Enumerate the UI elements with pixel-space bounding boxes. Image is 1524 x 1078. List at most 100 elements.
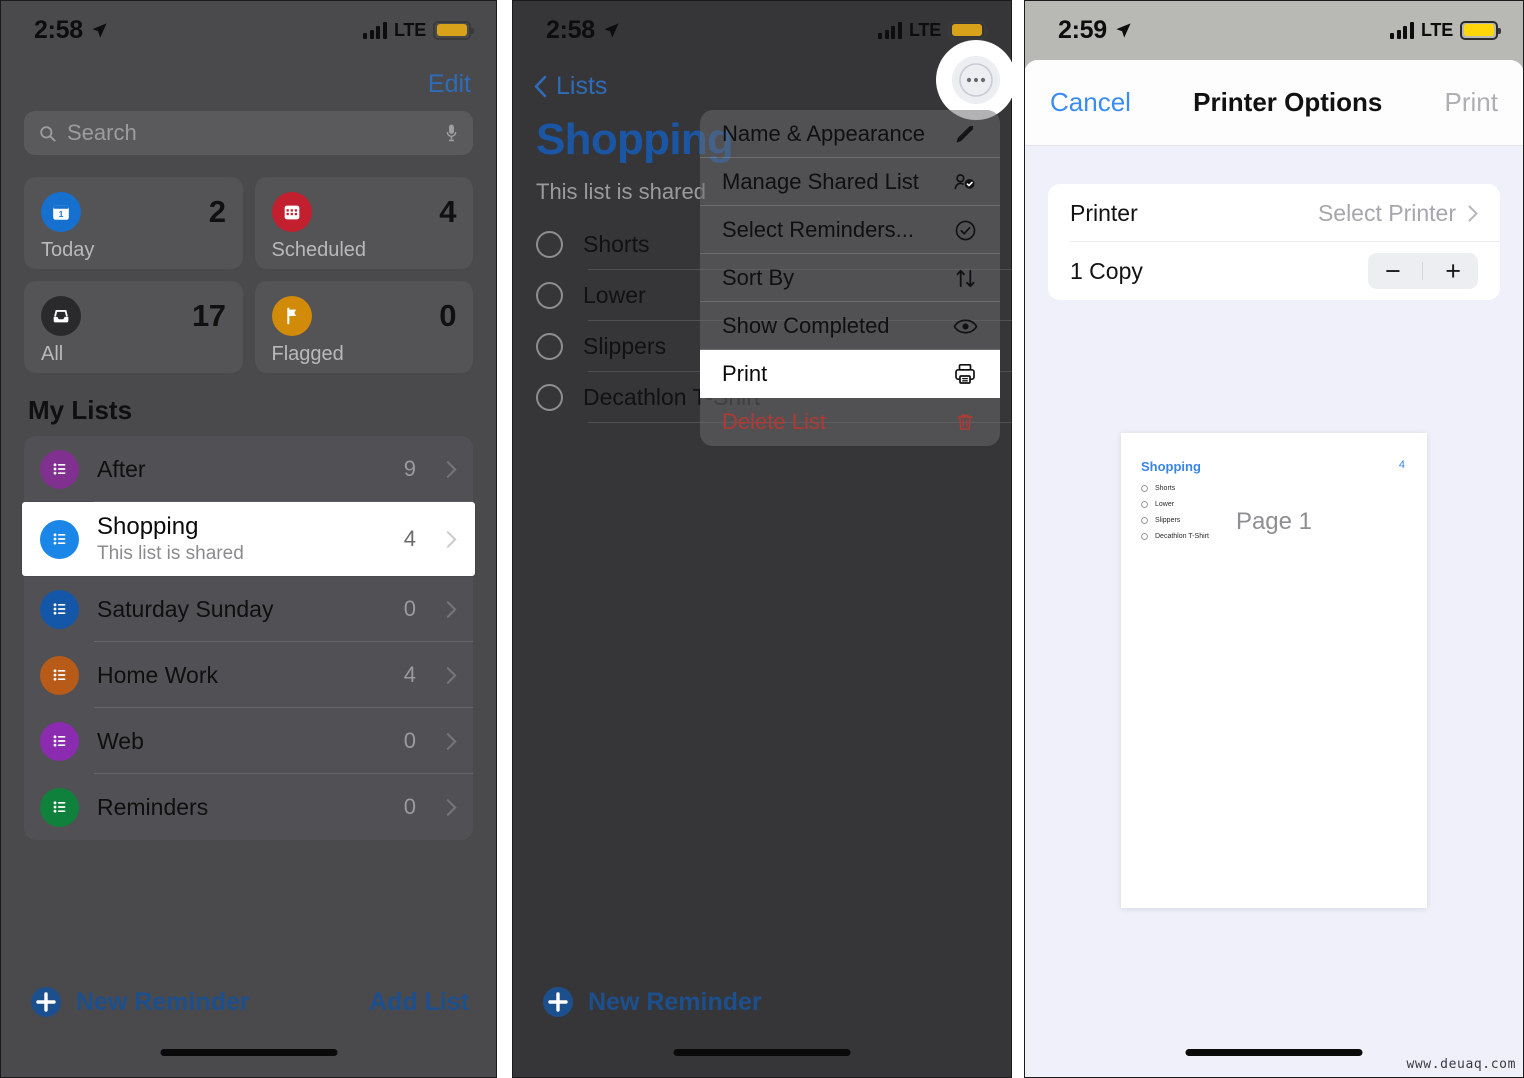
smart-list-today[interactable]: 1 2 Today	[24, 177, 243, 269]
status-indicators: LTE	[1390, 19, 1501, 41]
smart-list-all[interactable]: 17 All	[24, 281, 243, 373]
signal-bars-icon	[363, 21, 387, 39]
menu-item-print[interactable]: Print	[700, 350, 1000, 398]
status-bar: 2:58 LTE	[0, 0, 497, 60]
preview-title: Shopping	[1141, 459, 1201, 474]
menu-item-show-completed[interactable]: Show Completed	[700, 302, 1000, 350]
menu-item-delete-list[interactable]: Delete List	[700, 398, 1000, 446]
reminder-text: Slippers	[583, 333, 667, 359]
menu-item-sort-by[interactable]: Sort By	[700, 254, 1000, 302]
increment-copies-button[interactable]: +	[1433, 257, 1473, 285]
list-bullet-icon	[40, 787, 79, 827]
print-preview-page[interactable]: Shopping 4 Shorts Lower Slippers Decathl…	[1121, 433, 1427, 908]
carrier-label: LTE	[1420, 19, 1453, 40]
printer-options-sheet: Cancel Printer Options Print Printer Sel…	[1024, 60, 1524, 1078]
list-name: Home Work	[97, 661, 218, 688]
edit-button[interactable]: Edit	[428, 70, 471, 99]
microphone-icon[interactable]	[444, 123, 459, 143]
checkbox-circle-icon[interactable]	[536, 282, 563, 309]
checkbox-circle-icon[interactable]	[536, 333, 563, 360]
battery-icon	[948, 20, 989, 40]
status-time: 2:58	[34, 15, 83, 44]
list-row-saturday-sunday[interactable]: Saturday Sunday 0	[24, 576, 473, 642]
chevron-right-icon	[446, 600, 457, 618]
print-button[interactable]: Print	[1445, 87, 1498, 118]
new-reminder-button[interactable]: New Reminder	[542, 986, 762, 1018]
smart-lists-grid: 1 2 Today 4 Scheduled 17 All 0 Flagged	[24, 177, 473, 373]
list-subtitle: This list is shared	[97, 543, 244, 564]
menu-item-manage-shared-list[interactable]: Manage Shared List	[700, 158, 1000, 206]
list-row-home-work[interactable]: Home Work 4	[24, 642, 473, 708]
panel-shopping-context-menu: 2:58 LTE Lists Shopping This list is sha…	[512, 0, 1012, 1078]
menu-item-name-appearance[interactable]: Name & Appearance	[700, 110, 1000, 158]
search-field[interactable]: Search	[24, 111, 473, 155]
status-indicators: LTE	[363, 19, 474, 41]
option-row-printer[interactable]: Printer Select Printer	[1048, 184, 1500, 242]
add-list-button[interactable]: Add List	[369, 988, 469, 1017]
menu-item-label: Manage Shared List	[722, 169, 919, 194]
status-bar: 2:59 LTE	[1024, 0, 1524, 60]
checkbox-circle-icon[interactable]	[536, 231, 563, 258]
reminder-text: Shorts	[583, 231, 650, 257]
new-reminder-label: New Reminder	[76, 987, 250, 1016]
list-name: After	[97, 455, 146, 482]
chevron-right-icon	[446, 460, 457, 478]
context-menu: Name & Appearance Manage Shared List Sel…	[700, 110, 1000, 446]
printer-options-card: Printer Select Printer 1 Copy − +	[1048, 184, 1500, 300]
edit-row: Edit	[24, 60, 473, 111]
list-name: Reminders	[97, 793, 209, 820]
decrement-copies-button[interactable]: −	[1373, 257, 1413, 285]
watermark: www.deuaq.com	[1406, 1057, 1516, 1072]
carrier-label: LTE	[393, 19, 426, 40]
option-value: Select Printer	[1317, 199, 1456, 226]
menu-item-label: Sort By	[722, 265, 795, 290]
preview-footer	[1121, 864, 1427, 894]
list-bullet-icon	[40, 721, 79, 761]
location-arrow-icon	[92, 22, 107, 38]
my-lists-header: My Lists	[28, 395, 133, 425]
list-row-web[interactable]: Web 0	[24, 708, 473, 774]
status-time: 2:59	[1058, 15, 1107, 44]
smart-list-flagged[interactable]: 0 Flagged	[254, 281, 473, 373]
list-count: 0	[403, 596, 416, 621]
scheduled-calendar-icon	[271, 192, 312, 232]
reminder-text: Lower	[583, 282, 646, 308]
smart-list-count: 0	[439, 298, 456, 333]
list-row-after[interactable]: After 9	[24, 436, 473, 502]
smart-list-label: Today	[41, 239, 95, 261]
menu-item-label: Select Reminders...	[722, 217, 914, 242]
all-inbox-icon	[41, 296, 81, 336]
list-row-reminders[interactable]: Reminders 0	[24, 774, 473, 840]
list-bullet-icon	[40, 589, 79, 629]
status-time-group: 2:58	[546, 16, 620, 45]
lists-body: Edit Search 1 2 Today 4 Scheduled 17 All…	[0, 60, 497, 840]
list-count: 0	[403, 794, 416, 819]
new-reminder-button[interactable]: New Reminder	[30, 986, 250, 1018]
copies-stepper[interactable]: − +	[1368, 253, 1478, 289]
preview-item-text: Lower	[1155, 500, 1175, 508]
option-label: Printer	[1070, 199, 1138, 226]
preview-item: Shorts	[1141, 480, 1427, 496]
smart-list-count: 2	[208, 194, 226, 229]
trash-icon	[952, 409, 978, 435]
smart-list-scheduled[interactable]: 4 Scheduled	[254, 177, 473, 269]
chevron-right-icon	[446, 530, 457, 548]
cancel-button[interactable]: Cancel	[1050, 87, 1131, 118]
bottom-toolbar: New Reminder	[512, 968, 1012, 1078]
checkmark-circle-icon	[952, 217, 978, 243]
my-lists-container: After 9 Shopping This list is shared 4 S…	[22, 436, 475, 840]
printer-icon	[952, 361, 978, 387]
smart-list-count: 17	[192, 298, 226, 333]
checkbox-circle-icon	[1141, 500, 1148, 508]
checkbox-circle-icon[interactable]	[536, 384, 563, 411]
more-options-button[interactable]	[952, 56, 1000, 104]
list-row-shopping[interactable]: Shopping This list is shared 4	[22, 502, 475, 576]
search-placeholder: Search	[67, 120, 137, 145]
svg-text:1: 1	[59, 210, 64, 219]
menu-item-select-reminders[interactable]: Select Reminders...	[700, 206, 1000, 254]
status-time-group: 2:59	[1058, 16, 1132, 45]
preview-header: Shopping 4	[1121, 433, 1427, 474]
list-name: Shopping	[97, 513, 199, 540]
copies-label: 1 Copy	[1070, 257, 1143, 284]
home-indicator	[673, 1049, 851, 1056]
